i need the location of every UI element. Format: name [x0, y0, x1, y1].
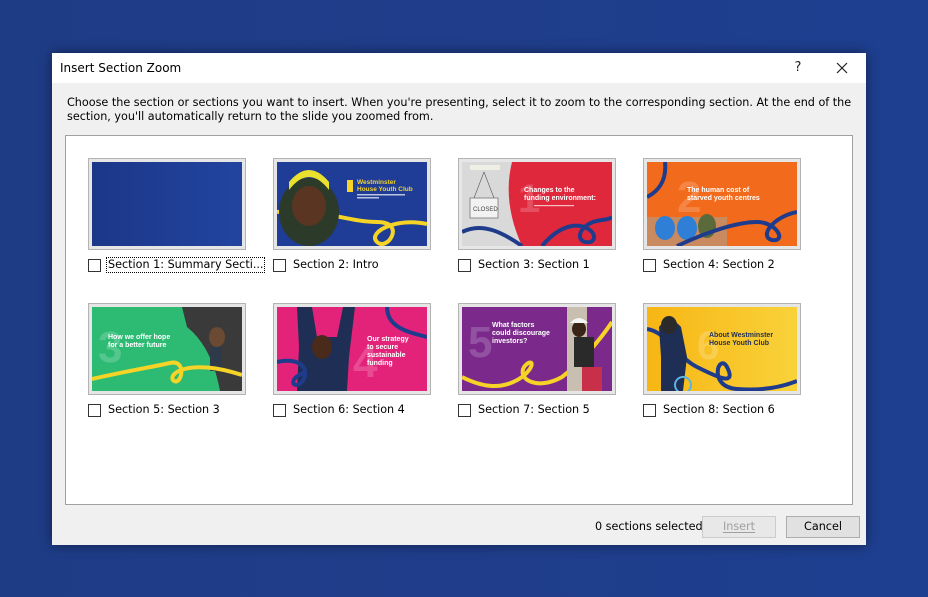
svg-text:investors?: investors? [492, 338, 527, 345]
section-checkbox[interactable] [273, 404, 286, 417]
section-label[interactable]: Section 1: Summary Secti... [105, 257, 266, 273]
section-thumbnail[interactable] [92, 162, 242, 246]
section-tile[interactable]: Westminster House Youth Club Section 2: … [273, 158, 433, 278]
section-checkbox[interactable] [273, 259, 286, 272]
section-tile[interactable]: Section 1: Summary Secti... [88, 158, 266, 278]
insert-button-label: Insert [722, 520, 756, 533]
svg-text:What factors: What factors [492, 322, 535, 329]
svg-text:funding: funding [367, 360, 393, 367]
section-tile[interactable]: 2 The human cost of starved youth centre… [643, 158, 803, 278]
section-checkbox[interactable] [643, 259, 656, 272]
section-thumbnail[interactable]: 4 Our strategy to secure sustainable fun… [277, 307, 427, 391]
section-thumbnail-frame[interactable]: 3 How we offer hope for a better future [88, 303, 246, 395]
section-checkbox[interactable] [458, 404, 471, 417]
section-thumbnail[interactable]: 5 What factors could discourage investor… [462, 307, 612, 391]
section-tile[interactable]: CLOSED 1 Changes to the funding environm… [458, 158, 618, 278]
dialog-title: Insert Section Zoom [60, 61, 182, 75]
svg-text:sustainable: sustainable [367, 352, 406, 359]
section-thumbnail[interactable]: 2 The human cost of starved youth centre… [647, 162, 797, 246]
section-label[interactable]: Section 6: Section 4 [292, 403, 406, 417]
insert-button[interactable]: Insert [702, 516, 776, 538]
section-checkbox[interactable] [88, 404, 101, 417]
svg-text:Westminster: Westminster [357, 179, 396, 186]
section-label[interactable]: Section 8: Section 6 [662, 403, 776, 417]
svg-text:The human cost of: The human cost of [687, 187, 750, 194]
dialog-description: Choose the section or sections you want … [67, 96, 852, 123]
svg-text:How we offer hope: How we offer hope [108, 334, 170, 341]
section-tile[interactable]: 3 How we offer hope for a better future … [88, 303, 248, 423]
selection-count: 0 sections selected [595, 520, 703, 533]
section-checkbox[interactable] [643, 404, 656, 417]
cancel-button-label: Cancel [804, 520, 842, 533]
svg-text:House Youth Club: House Youth Club [709, 340, 769, 347]
svg-text:House Youth Club: House Youth Club [357, 186, 413, 193]
section-thumbnail-frame[interactable]: 4 Our strategy to secure sustainable fun… [273, 303, 431, 395]
svg-text:for a better future: for a better future [108, 342, 166, 349]
close-icon [836, 62, 848, 74]
section-thumbnail-frame[interactable]: 5 What factors could discourage investor… [458, 303, 616, 395]
close-button[interactable] [829, 56, 855, 80]
help-icon: ? [794, 60, 802, 75]
svg-text:starved youth centres: starved youth centres [687, 195, 760, 202]
section-checkbox[interactable] [458, 259, 471, 272]
section-tile[interactable]: 4 Our strategy to secure sustainable fun… [273, 303, 433, 423]
insert-section-zoom-dialog: Insert Section Zoom ? Choose the section… [52, 53, 866, 545]
section-label[interactable]: Section 5: Section 3 [107, 403, 221, 417]
svg-text:funding environment:: funding environment: [524, 195, 596, 202]
section-tile[interactable]: 5 What factors could discourage investor… [458, 303, 618, 423]
section-thumbnail-frame[interactable]: 6 About Westminster House Youth Club [643, 303, 801, 395]
slide-background [92, 162, 242, 246]
section-label[interactable]: Section 7: Section 5 [477, 403, 591, 417]
section-thumbnail-frame[interactable] [88, 158, 246, 250]
svg-text:to secure: to secure [367, 344, 398, 351]
title-bar: Insert Section Zoom ? [52, 53, 866, 83]
section-thumbnail-frame[interactable]: Westminster House Youth Club [273, 158, 431, 250]
svg-text:5: 5 [468, 318, 492, 367]
section-thumbnail-frame[interactable]: CLOSED 1 Changes to the funding environm… [458, 158, 616, 250]
help-button[interactable]: ? [787, 57, 809, 79]
svg-text:Changes to the: Changes to the [524, 187, 575, 194]
svg-text:About Westminster: About Westminster [709, 332, 773, 339]
svg-text:CLOSED: CLOSED [473, 207, 498, 213]
cancel-button[interactable]: Cancel [786, 516, 860, 538]
section-label[interactable]: Section 4: Section 2 [662, 258, 776, 272]
section-label[interactable]: Section 3: Section 1 [477, 258, 591, 272]
section-thumbnail[interactable]: 6 About Westminster House Youth Club [647, 307, 797, 391]
section-thumbnail[interactable]: 3 How we offer hope for a better future [92, 307, 242, 391]
sections-list: Section 1: Summary Secti... Westminster … [65, 135, 853, 505]
section-thumbnail[interactable]: Westminster House Youth Club [277, 162, 427, 246]
section-checkbox[interactable] [88, 259, 101, 272]
svg-text:Our strategy: Our strategy [367, 336, 409, 343]
svg-text:could discourage: could discourage [492, 330, 550, 337]
section-label[interactable]: Section 2: Intro [292, 258, 380, 272]
section-thumbnail-frame[interactable]: 2 The human cost of starved youth centre… [643, 158, 801, 250]
section-thumbnail[interactable]: CLOSED 1 Changes to the funding environm… [462, 162, 612, 246]
section-tile[interactable]: 6 About Westminster House Youth Club Sec… [643, 303, 803, 423]
